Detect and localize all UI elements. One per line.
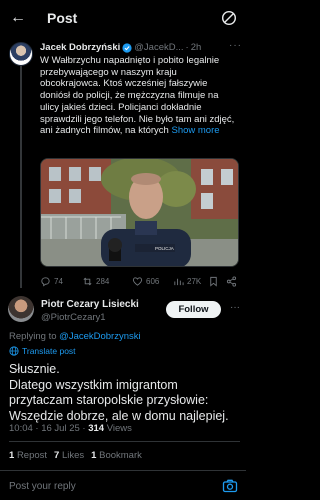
reposts-label: Repost (16, 450, 48, 461)
bookmarks-count: 1 (91, 450, 97, 461)
post-line: Słusznie. (9, 362, 60, 376)
parent-post[interactable]: Jacek Dobrzyński @JacekD... · 2h ··· W W… (40, 40, 242, 137)
reposts-count: 1 (9, 450, 15, 461)
replying-prefix: Replying to (9, 331, 57, 342)
reply-action[interactable]: 74 (40, 276, 63, 287)
globe-icon (9, 346, 19, 356)
likes-count: 7 (54, 450, 60, 461)
author-name[interactable]: Jacek Dobrzyński (40, 42, 120, 54)
reply-count: 74 (54, 276, 63, 286)
avatar[interactable] (9, 42, 33, 66)
views-count: 314 (88, 423, 105, 434)
post-meta: 10:04 · 16 Jul 25 · 314 Views (9, 423, 132, 434)
reply-composer: Post your reply (0, 470, 246, 500)
like-action[interactable]: 606 (132, 276, 159, 287)
post-text: W Wałbrzychu napadnięto i pobito legalni… (40, 55, 240, 137)
post-body: W Wałbrzychu napadnięto i pobito legalni… (40, 55, 235, 137)
heart-icon (132, 276, 143, 286)
top-bar: ← Post (0, 0, 246, 36)
mention-link[interactable]: @JacekDobrzynski (59, 331, 140, 342)
translate-post-link[interactable]: Translate post (9, 346, 76, 356)
reply-input[interactable]: Post your reply (9, 481, 76, 492)
reply-icon (41, 276, 50, 287)
more-options-icon[interactable]: ··· (230, 302, 240, 313)
author-handle[interactable]: @PiotrCezary1 (41, 312, 106, 323)
bookmark-icon[interactable] (208, 276, 219, 287)
page-title: Post (47, 10, 78, 26)
likes-label: Likes (61, 450, 85, 461)
arrow-left-icon[interactable]: ← (10, 10, 26, 26)
share-icon[interactable] (226, 275, 237, 287)
post-actions: 74 284 606 27K (40, 274, 240, 288)
post-time: 2h (190, 42, 202, 53)
translate-label: Translate post (22, 346, 76, 356)
post-line: Dlatego wszystkim imigrantom przytaczam … (9, 377, 209, 408)
bookmarks-stat[interactable]: 1 Bookmark (91, 450, 142, 461)
more-options-icon[interactable]: ··· (229, 40, 242, 51)
repost-icon (83, 277, 92, 285)
no-notifications-icon[interactable] (220, 9, 238, 27)
verified-badge-icon (122, 43, 132, 53)
views-count: 27K (187, 276, 202, 286)
likes-stat[interactable]: 7 Likes (54, 450, 84, 461)
post-media-video[interactable]: POLICJA (40, 158, 239, 267)
reposts-stat[interactable]: 1 Repost (9, 450, 47, 461)
repost-count: 284 (96, 276, 110, 286)
repost-action[interactable]: 284 (82, 276, 109, 287)
like-count: 606 (146, 276, 160, 286)
views-label: Views (106, 423, 132, 434)
separator-dot: · (185, 42, 189, 53)
analytics-icon (174, 278, 184, 285)
divider (9, 441, 240, 442)
thread-connector-line (20, 62, 22, 288)
author-name[interactable]: Piotr Cezary Lisiecki (41, 299, 139, 310)
video-thumbnail: POLICJA (41, 159, 238, 266)
follow-button[interactable]: Follow (166, 301, 221, 318)
post-timestamp: 10:04 · 16 Jul 25 · (9, 423, 86, 434)
replying-to: Replying to @JacekDobrzynski (9, 331, 141, 342)
post-text: Słusznie. Dlatego wszystkim imigrantom p… (9, 362, 241, 424)
show-more-link[interactable]: Show more (171, 125, 219, 136)
avatar[interactable] (8, 296, 34, 322)
author-handle[interactable]: @JacekD... (134, 42, 183, 54)
camera-icon[interactable] (222, 479, 238, 493)
post-header: Jacek Dobrzyński @JacekD... · 2h (40, 42, 242, 54)
bookmarks-label: Bookmark (99, 450, 142, 461)
views-action[interactable]: 27K (173, 276, 201, 287)
post-stats: 1 Repost 7 Likes 1 Bookmark (9, 450, 142, 461)
police-patch-text: POLICJA (155, 246, 174, 251)
